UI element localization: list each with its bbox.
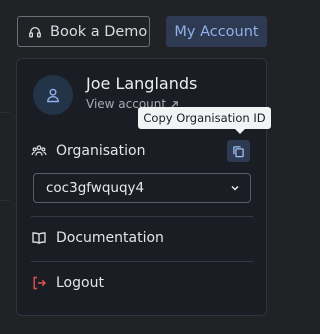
copy-organisation-id-button[interactable] [227,140,250,162]
chevron-down-icon [229,182,241,194]
user-icon [45,87,61,103]
logout-label: Logout [56,275,104,291]
organisation-select[interactable]: coc3gfwquqy4 [33,173,251,203]
background-divider [0,112,10,113]
organisation-select-value: coc3gfwquqy4 [46,180,145,196]
menu-divider [31,261,253,262]
documentation-link[interactable]: Documentation [31,230,164,246]
people-icon [31,143,47,159]
logout-icon [31,275,47,291]
book-demo-button[interactable]: Book a Demo [17,16,150,47]
logout-button[interactable]: Logout [31,275,104,291]
menu-divider [31,216,253,217]
documentation-label: Documentation [56,230,164,246]
organisation-heading: Organisation [31,143,145,159]
account-menu: Joe Langlands View account Copy Organisa… [16,58,271,316]
background-divider [0,200,10,201]
book-demo-label: Book a Demo [50,23,148,40]
avatar [33,75,73,115]
my-account-button[interactable]: My Account [166,16,267,47]
copy-organisation-tooltip: Copy Organisation ID [138,107,271,129]
book-icon [31,230,47,246]
organisation-label: Organisation [56,143,146,159]
copy-icon [232,145,245,158]
headset-icon [28,25,42,39]
tooltip-arrow [235,129,245,134]
my-account-label: My Account [174,23,259,40]
user-name: Joe Langlands [86,74,198,93]
